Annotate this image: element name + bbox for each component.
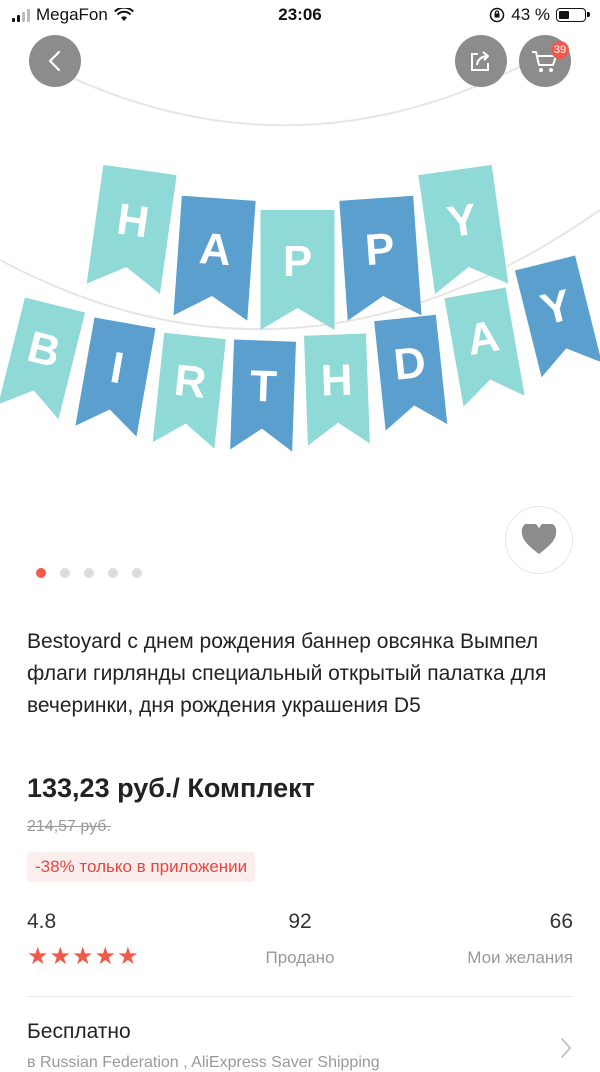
garland-flag: A <box>173 195 256 321</box>
garland-flag: H <box>304 333 370 446</box>
wishes-block: 66 Мои желания <box>467 910 573 968</box>
battery-percent: 43 % <box>511 5 550 24</box>
discount-badge: -38% только в приложении <box>27 852 256 882</box>
pagination-dot <box>132 568 142 578</box>
garland-flag: T <box>230 339 296 452</box>
shipping-title: Бесплатно <box>27 1020 131 1043</box>
favorite-button[interactable] <box>505 506 573 574</box>
pagination-dot <box>84 568 94 578</box>
old-price: 214,57 руб. <box>27 818 111 835</box>
pagination-dot <box>36 568 46 578</box>
sold-value: 92 <box>288 910 312 933</box>
rating-stars: ★ ★ ★ ★ ★ <box>27 944 139 970</box>
garland-flag: Y <box>418 164 509 294</box>
heart-icon <box>521 524 557 554</box>
garland-flag: A <box>444 287 525 407</box>
product-image-gallery[interactable]: HAPPYBIRTHDAY <box>0 0 600 600</box>
garland-flag: B <box>0 297 86 420</box>
garland-flag: D <box>374 314 448 431</box>
chevron-right-icon <box>561 1038 572 1058</box>
product-price: 133,23 руб./ Комплект <box>27 773 315 803</box>
star-icon: ★ <box>94 943 117 970</box>
garland-flag: P <box>339 195 422 321</box>
garland-letter: P <box>283 237 312 286</box>
garland-flag: H <box>86 164 177 294</box>
garland-letter: R <box>172 356 209 408</box>
shipping-subtitle: в Russian Federation , AliExpress Saver … <box>27 1054 380 1071</box>
garland-letter: H <box>114 195 152 248</box>
rating-value: 4.8 <box>27 910 57 933</box>
wishes-label: Мои желания <box>467 948 573 967</box>
sold-label: Продано <box>265 948 335 967</box>
cart-button[interactable]: 39 <box>519 35 571 87</box>
garland-flag: P <box>260 210 335 330</box>
share-button[interactable] <box>455 35 507 87</box>
garland-flag: R <box>152 332 226 449</box>
battery-icon <box>556 8 590 22</box>
rating-block[interactable]: 4.8 ★ ★ ★ ★ ★ <box>27 910 139 970</box>
garland-letter: P <box>363 224 396 275</box>
gallery-pagination <box>36 568 142 578</box>
divider <box>27 996 573 997</box>
pagination-dot <box>108 568 118 578</box>
garland-flag: Y <box>514 255 600 378</box>
garland-letter: A <box>198 224 233 275</box>
garland-letter: D <box>391 338 428 390</box>
status-bar: MegaFon 23:06 43 % <box>0 0 600 32</box>
pagination-dot <box>60 568 70 578</box>
star-icon: ★ <box>27 943 49 970</box>
sold-block: 92 Продано <box>262 910 338 968</box>
share-icon <box>471 51 489 71</box>
garland-letter: H <box>320 356 353 406</box>
back-button[interactable] <box>29 35 81 87</box>
star-icon: ★ <box>117 943 139 970</box>
product-title: Bestoyard с днем рождения баннер овсянка… <box>27 630 547 717</box>
wishes-value: 66 <box>549 910 573 933</box>
cart-count-badge: 39 <box>551 41 569 59</box>
chevron-left-icon <box>48 50 61 72</box>
shipping-row[interactable]: Бесплатно в Russian Federation , AliExpr… <box>27 1020 573 1072</box>
garland-letter: T <box>249 362 278 412</box>
garland-image: HA P PYB I R T H D AY <box>0 60 600 452</box>
star-icon: ★ <box>49 943 72 970</box>
orientation-lock-icon <box>490 7 505 23</box>
garland-flag: I <box>75 317 156 437</box>
star-icon: ★ <box>72 943 94 970</box>
